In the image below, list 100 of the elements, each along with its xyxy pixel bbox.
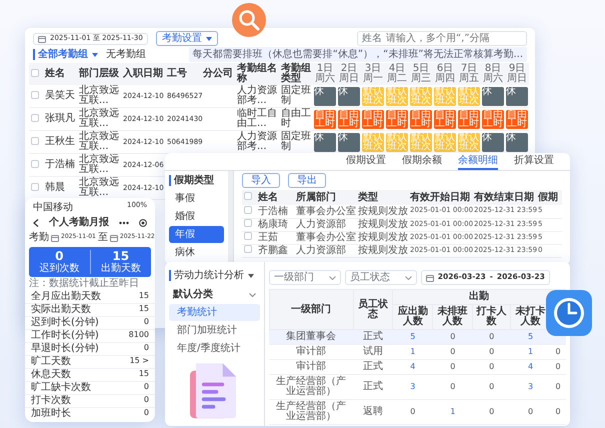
category-header[interactable]: 默认分类 [169, 289, 260, 300]
page-title: 个人考勤月报 [49, 217, 109, 228]
menu-item[interactable]: 考勤统计 [169, 304, 260, 321]
count-link[interactable]: 3 [410, 382, 416, 391]
stat-row[interactable]: 旷工天数 15 > [25, 355, 155, 368]
count-link[interactable]: 4 [528, 362, 534, 371]
count-text: 0 [489, 407, 494, 416]
checkbox[interactable] [31, 160, 39, 168]
search-icon[interactable] [232, 3, 266, 37]
checkbox[interactable] [244, 245, 252, 253]
count-text: 0 [528, 407, 534, 416]
shift-cell[interactable]: 自由工时 [362, 110, 384, 128]
stat-row[interactable]: 旷工缺卡次数 0 [25, 381, 155, 394]
checkbox[interactable] [31, 68, 39, 76]
shift-cell[interactable]: 休 [506, 86, 528, 106]
tab[interactable]: 折算设置 [514, 153, 554, 170]
table-row[interactable]: 集团董事会 正式 5 0 0 5 [269, 330, 566, 344]
table-row[interactable]: 生产经营部（产业运营部） 返聘 0 1 0 0 0 [269, 400, 566, 424]
day-header: 9日 [508, 64, 526, 74]
shift-cell[interactable]: 自由工时 [458, 110, 480, 128]
checkbox[interactable] [31, 182, 39, 190]
caret-icon [206, 36, 212, 40]
no-group-link[interactable]: 无考勤组 [106, 49, 146, 60]
back-icon[interactable] [33, 218, 39, 226]
count-text: 0 [489, 332, 494, 341]
stat-row[interactable]: 迟到时长(分钟) 0 [25, 316, 155, 330]
menu-item[interactable]: 部门加班统计 [169, 322, 260, 339]
stat-row[interactable]: 加班时长 0 [25, 407, 155, 420]
tab[interactable]: 假期设置 [346, 153, 386, 170]
leave-type-item[interactable]: 婚假 [169, 208, 224, 225]
count-link[interactable]: 1 [450, 407, 456, 416]
shift-cell[interactable]: 自由工时 [506, 110, 528, 128]
count-link[interactable]: 3 [528, 382, 534, 391]
checkbox[interactable] [244, 206, 252, 214]
count-link[interactable]: 5 [528, 332, 534, 341]
stat-row[interactable]: 工作时长(分钟) 8100 [25, 329, 155, 342]
scrollbar[interactable] [228, 171, 233, 262]
checkbox[interactable] [31, 114, 39, 122]
shift-cell[interactable]: 休 [338, 132, 360, 152]
stat-row[interactable]: 实际出勤天数 15 [25, 303, 155, 316]
stat-row[interactable]: 休息天数 15 [25, 368, 155, 382]
day-header: 2日 [340, 64, 358, 74]
table-row[interactable]: 审计部 试用 1 0 0 1 0 [269, 344, 566, 360]
target-icon[interactable] [139, 218, 147, 226]
more-icon[interactable] [119, 220, 129, 224]
table-cell: 董事会办公室 [294, 205, 356, 218]
module-dropdown[interactable]: 劳动力统计分析 [169, 270, 260, 281]
table-cell: 按规则发放 [356, 205, 408, 218]
count-text: 0 [555, 407, 561, 416]
action-button[interactable]: 导入 [242, 173, 280, 188]
day-header: 3日 [364, 64, 382, 74]
shift-cell[interactable]: 自由工时 [338, 110, 360, 128]
tab[interactable]: 余额明细 [458, 153, 498, 170]
checkbox[interactable] [31, 90, 39, 98]
select-field[interactable]: 一级部门 [268, 270, 341, 285]
date-label: 考勤 [29, 232, 49, 243]
table-cell: 于浩楠 [43, 154, 77, 176]
search-field[interactable]: 姓名 请输入，多个用“,”分隔 [357, 31, 527, 46]
count-link[interactable]: 5 [410, 332, 416, 341]
tab[interactable]: 假期余额 [402, 153, 442, 170]
column-header: 打卡人数 [472, 304, 511, 330]
count-link[interactable]: 1 [528, 347, 534, 356]
select-field[interactable]: 员工状态 [344, 270, 417, 285]
menu-item[interactable]: 年度/季度统计 [169, 340, 260, 357]
table-cell: 固定班制 [279, 85, 313, 108]
stat-row[interactable]: 打卡次数 0 [25, 394, 155, 408]
sidebar-title: 假期类型 [169, 175, 224, 186]
column-header: 部门层级 [77, 63, 121, 85]
settings-button[interactable]: 考勤设置 [156, 31, 218, 46]
table-cell: 王茹 [256, 231, 294, 244]
shift-cell[interactable]: 自由工时 [434, 110, 456, 128]
checkbox[interactable] [244, 192, 252, 200]
checkbox[interactable] [244, 232, 252, 240]
weekday-header: 周五 [458, 74, 480, 84]
action-button[interactable]: 导出 [288, 173, 326, 188]
count-link[interactable]: 4 [410, 362, 416, 371]
shift-cell[interactable]: 休 [506, 132, 528, 152]
table-row[interactable]: 生产经营部（产业运营部） 正式 3 0 0 3 0 [269, 374, 566, 400]
group-header: 出勤 [392, 290, 566, 304]
stat-row[interactable]: 早退时长(分钟) 0 [25, 342, 155, 356]
date-separator: 至 [98, 232, 108, 243]
count-link[interactable]: 1 [410, 347, 416, 356]
shift-cell[interactable]: 自由工时 [314, 110, 336, 128]
group-dropdown[interactable]: 全部考勤组 [33, 49, 98, 60]
leave-type-item[interactable]: 事假 [169, 190, 224, 207]
shift-cell[interactable]: 自由工时 [482, 110, 504, 128]
shift-cell[interactable]: 休 [482, 86, 504, 106]
leave-type-item[interactable]: 年假 [169, 226, 224, 243]
table-row[interactable]: 审计部 正式 4 0 0 4 0 [269, 360, 566, 374]
shift-cell[interactable]: 休 [482, 132, 504, 152]
shift-cell[interactable]: 休 [314, 132, 336, 152]
stat-row[interactable]: 全月应出勤天数 15 [25, 290, 155, 304]
shift-cell[interactable]: 自由工时 [386, 110, 408, 128]
checkbox[interactable] [244, 219, 252, 227]
shift-cell[interactable]: 休 [314, 86, 336, 106]
leave-type-item[interactable]: 病休 [169, 244, 224, 261]
shift-cell[interactable]: 休 [338, 86, 360, 106]
checkbox[interactable] [31, 136, 39, 144]
shift-cell[interactable]: 自由工时 [410, 110, 432, 128]
column-header: 考勤组名称 [235, 63, 279, 85]
